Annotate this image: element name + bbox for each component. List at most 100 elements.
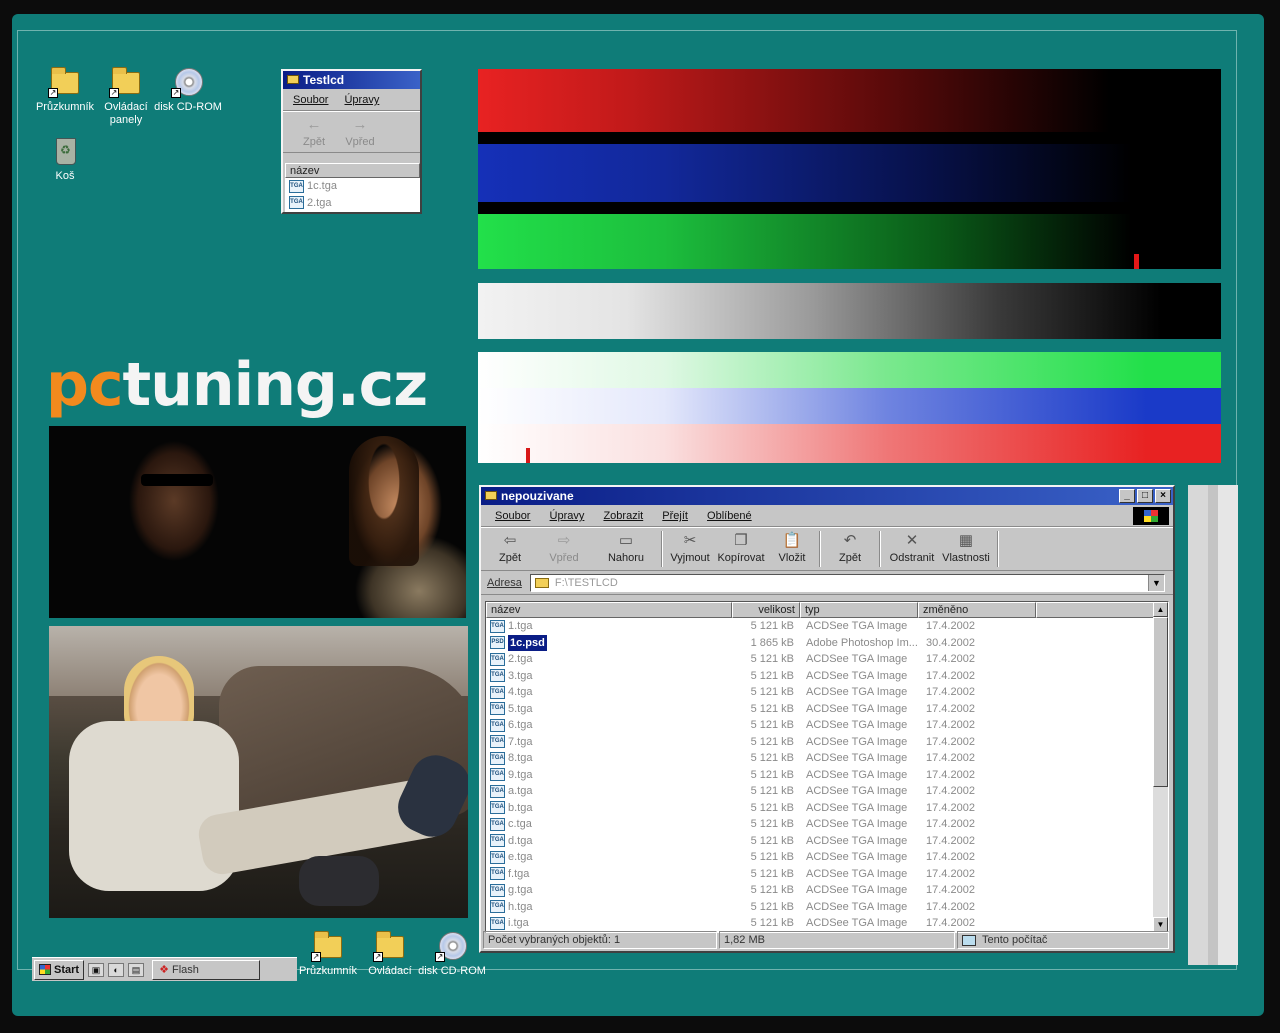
column-header-modified[interactable]: změněno (918, 602, 1036, 618)
file-name: i.tga (508, 917, 529, 929)
explorer-window[interactable]: nepouzivane _ □ × Soubor Úpravy Zobrazit… (479, 485, 1175, 953)
file-modified: 17.4.2002 (926, 653, 975, 665)
status-bar: Počet vybraných objektů: 1 1,82 MB Tento… (483, 931, 1171, 949)
taskbar: Start ▣ ◐ ▤ ❖ Flash (32, 957, 297, 981)
file-modified: 17.4.2002 (926, 917, 975, 929)
table-row[interactable]: TGA g.tga 5 121 kB ACDSee TGA Image 17.4.200… (486, 882, 1168, 899)
quicklaunch-desktop-icon[interactable]: ▣ (88, 962, 105, 977)
copy-icon: ❐ (734, 532, 748, 549)
close-button[interactable]: × (1155, 489, 1171, 503)
undo-icon: ↶ (843, 532, 857, 549)
scroll-down-arrow-icon[interactable]: ▼ (1153, 917, 1168, 932)
scroll-up-arrow-icon[interactable]: ▲ (1153, 602, 1168, 617)
scissors-icon: ✂ (683, 532, 697, 549)
vertical-scrollbar[interactable]: ▲ ▼ (1153, 602, 1168, 932)
list-item[interactable]: TGA 2.tga (285, 195, 420, 212)
table-row[interactable]: TGA 7.tga 5 121 kB ACDSee TGA Image 17.4.200… (486, 734, 1168, 751)
desktop-icon-recycle-bin[interactable]: Koš (30, 135, 100, 183)
column-header-size[interactable]: velikost (732, 602, 800, 618)
cdrom-icon: ↗ (171, 66, 205, 98)
address-input[interactable]: F:\TESTLCD ▼ (529, 573, 1165, 592)
table-row[interactable]: TGA b.tga 5 121 kB ACDSee TGA Image 17.4.200… (486, 800, 1168, 817)
quicklaunch-channels-icon[interactable]: ▤ (128, 962, 145, 977)
desktop-icon-control-panel[interactable]: ↗ Ovládací panely (91, 66, 161, 127)
table-row[interactable]: TGA 6.tga 5 121 kB ACDSee TGA Image 17.4.200… (486, 717, 1168, 734)
tga-file-icon: TGA (490, 751, 505, 765)
list-item[interactable]: TGA 1c.tga (285, 178, 420, 195)
column-header-name[interactable]: název (285, 163, 420, 178)
desktop-icon-explorer[interactable]: ↗ Průzkumník (293, 930, 363, 978)
table-row[interactable]: PSD 1c.psd 1 865 kB Adobe Photoshop Im... 30… (486, 634, 1168, 651)
menu-upravy[interactable]: Úpravy (344, 94, 379, 106)
taskbar-task-flash[interactable]: ❖ Flash (152, 959, 261, 980)
table-row[interactable]: TGA 3.tga 5 121 kB ACDSee TGA Image 17.4.200… (486, 668, 1168, 685)
menu-prejit[interactable]: Přejít (662, 510, 688, 522)
delete-button[interactable]: ✕ Odstranit (885, 528, 939, 570)
menu-upravy[interactable]: Úpravy (550, 510, 585, 522)
desktop-icon-label: Koš (55, 170, 75, 182)
table-row[interactable]: TGA h.tga 5 121 kB ACDSee TGA Image 17.4.200… (486, 899, 1168, 916)
file-size: 5 121 kB (750, 620, 794, 632)
desktop-icon-control-panel[interactable]: ↗ Ovládací (355, 930, 425, 978)
undo-button[interactable]: ↶ Zpět (825, 528, 875, 570)
testlcd-window[interactable]: Testlcd Soubor Úpravy ← Zpět → Vpřed název … (281, 69, 422, 214)
back-button[interactable]: ← Zpět (291, 112, 337, 152)
properties-button[interactable]: ▦ Vlastnosti (939, 528, 993, 570)
address-bar: Adresa F:\TESTLCD ▼ (481, 571, 1173, 595)
quicklaunch-browser-icon[interactable]: ◐ (108, 962, 125, 977)
desktop-icon-explorer[interactable]: ↗ Průzkumník (30, 66, 100, 114)
file-type: ACDSee TGA Image (806, 867, 908, 880)
computer-icon (962, 934, 976, 946)
file-modified: 17.4.2002 (926, 785, 975, 797)
windows-logo-icon (1133, 507, 1169, 525)
shoe (299, 856, 379, 906)
scroll-thumb[interactable] (1153, 617, 1168, 787)
table-row[interactable]: TGA 2.tga 5 121 kB ACDSee TGA Image 17.4.200… (486, 651, 1168, 668)
file-type: ACDSee TGA Image (806, 884, 908, 896)
tga-file-icon: TGA (289, 179, 304, 193)
desktop-icon-cdrom[interactable]: ↗ disk CD-ROM (417, 930, 487, 978)
file-type: ACDSee TGA Image (806, 768, 908, 781)
maximize-button[interactable]: □ (1137, 489, 1153, 503)
file-list[interactable]: název velikost typ změněno TGA 1.tga 5 121… (485, 601, 1169, 933)
file-size: 5 121 kB (750, 686, 794, 698)
back-button[interactable]: ⇦ Zpět (487, 528, 533, 570)
chevron-down-icon[interactable]: ▼ (1148, 574, 1164, 591)
menu-soubor[interactable]: Soubor (495, 510, 530, 522)
table-row[interactable]: TGA 1.tga 5 121 kB ACDSee TGA Image 17.4.200… (486, 618, 1168, 635)
table-row[interactable]: TGA 8.tga 5 121 kB ACDSee TGA Image 17.4.200… (486, 750, 1168, 767)
column-header-name[interactable]: název (486, 602, 732, 618)
file-type: ACDSee TGA Image (806, 752, 908, 764)
forward-button[interactable]: ⇨ Vpřed (533, 528, 595, 570)
file-name: 1c.psd (508, 634, 547, 651)
desktop-icon-cdrom[interactable]: ↗ disk CD-ROM (153, 66, 223, 114)
column-header-type[interactable]: typ (800, 602, 918, 618)
table-row[interactable]: TGA i.tga 5 121 kB ACDSee TGA Image 17.4.200… (486, 915, 1168, 932)
file-name: 4.tga (508, 686, 533, 698)
explorer-titlebar[interactable]: nepouzivane _ □ × (481, 487, 1173, 505)
minimize-button[interactable]: _ (1119, 489, 1135, 503)
table-row[interactable]: TGA d.tga 5 121 kB ACDSee TGA Image 17.4.200… (486, 833, 1168, 850)
table-row[interactable]: TGA 5.tga 5 121 kB ACDSee TGA Image 17.4.200… (486, 701, 1168, 718)
table-row[interactable]: TGA 4.tga 5 121 kB ACDSee TGA Image 17.4.200… (486, 684, 1168, 701)
file-type: ACDSee TGA Image (806, 702, 908, 715)
black-divider (478, 202, 1221, 214)
paste-button[interactable]: 📋 Vložit (769, 528, 815, 570)
menu-soubor[interactable]: Soubor (293, 94, 328, 106)
forward-button[interactable]: → Vpřed (337, 112, 383, 152)
menu-zobrazit[interactable]: Zobrazit (603, 510, 643, 522)
copy-button[interactable]: ❐ Kopírovat (713, 528, 769, 570)
flash-icon: ❖ (159, 963, 169, 976)
table-row[interactable]: TGA a.tga 5 121 kB ACDSee TGA Image 17.4.200… (486, 783, 1168, 800)
start-button[interactable]: Start (34, 959, 85, 980)
menu-oblibene[interactable]: Oblíbené (707, 510, 752, 522)
up-button[interactable]: ▭ Nahoru (595, 528, 657, 570)
table-row[interactable]: TGA 9.tga 5 121 kB ACDSee TGA Image 17.4.200… (486, 767, 1168, 784)
testlcd-titlebar[interactable]: Testlcd (283, 71, 420, 89)
cut-button[interactable]: ✂ Vyjmout (667, 528, 713, 570)
table-row[interactable]: TGA e.tga 5 121 kB ACDSee TGA Image 17.4.200… (486, 849, 1168, 866)
photo-child (49, 626, 468, 918)
file-type: ACDSee TGA Image (806, 620, 908, 632)
table-row[interactable]: TGA f.tga 5 121 kB ACDSee TGA Image 17.4.200… (486, 866, 1168, 883)
table-row[interactable]: TGA c.tga 5 121 kB ACDSee TGA Image 17.4.200… (486, 816, 1168, 833)
